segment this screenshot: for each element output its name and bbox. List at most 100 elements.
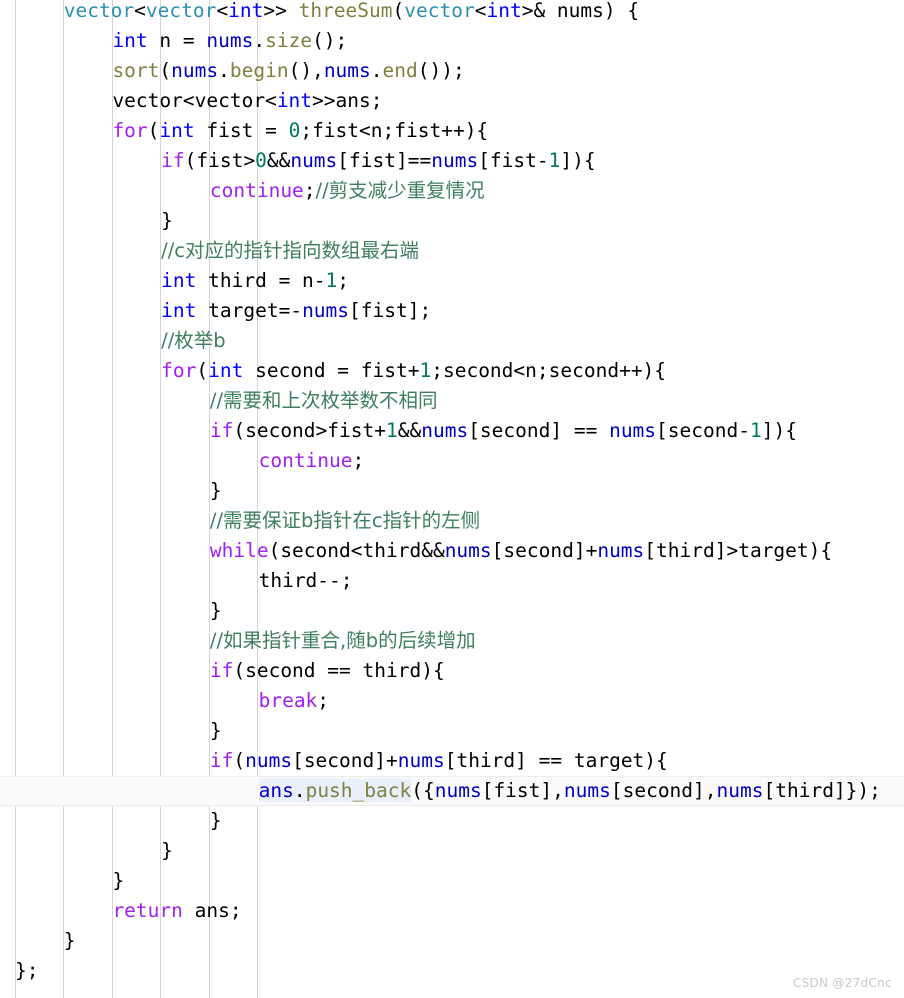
code-line[interactable]: return ans; [0,896,904,926]
code-line[interactable]: while(second<third&&nums[second]+nums[th… [0,536,904,566]
code-line[interactable]: //枚举b [0,326,904,356]
token-pun: [second- [656,419,750,442]
token-pun: ; [337,269,350,292]
token-pun: ;fist<n;fist++){ [300,119,489,142]
code-editor[interactable]: vector<vector<int>> threeSum(vector<int>… [0,0,904,998]
token-pun: && [266,149,291,172]
token-pun: [fist]== [337,149,432,172]
token-pun: >& nums) { [521,0,640,22]
code-line[interactable]: //c对应的指针指向数组最右端 [0,236,904,266]
token-cls: vector [63,0,135,22]
code-line[interactable]: } [0,926,904,956]
code-line[interactable]: //需要保证b指针在c指针的左侧 [0,506,904,536]
token-cls: vector [145,0,217,22]
code-line-current[interactable]: ans.push_back({nums[fist],nums[second],n… [0,776,904,806]
code-line[interactable]: third--; [0,566,904,596]
token-pun: } [209,719,222,742]
token-pun: n = [147,29,207,52]
token-pun: [second] == [468,419,610,442]
code-line[interactable]: break; [0,686,904,716]
token-kw: if [161,149,185,172]
code-line[interactable]: int target=-nums[fist]; [0,296,904,326]
token-pun: [third]>target){ [644,539,833,562]
token-var: nums [434,779,482,802]
token-num: 1 [419,359,432,382]
code-line[interactable]: } [0,716,904,746]
code-line[interactable]: vector<vector<int>> threeSum(vector<int>… [0,0,904,26]
token-var: nums [609,419,657,442]
token-kw: if [209,419,234,442]
code-line[interactable]: if(second == third){ [0,656,904,686]
token-kw: continue [209,179,304,202]
token-fn: size [265,29,313,52]
token-var: nums [431,149,479,172]
code-line[interactable]: } [0,806,904,836]
token-kw: continue [258,449,353,472]
token-pun: < [216,0,229,22]
code-line[interactable]: for(int fist = 0;fist<n;fist++){ [0,116,904,146]
token-var: nums [716,779,764,802]
token-pun: ( [392,0,405,22]
code-line[interactable]: int third = n-1; [0,266,904,296]
token-fn: push_back [305,779,412,802]
token-kw: for [112,119,148,142]
token-num: 0 [288,119,301,142]
token-pun: second = fist+ [243,359,420,382]
code-line[interactable]: if(fist>0&&nums[fist]==nums[fist-1]){ [0,146,904,176]
token-pun: target=- [196,299,303,322]
token-pun: ( [233,749,246,772]
token-pun: ; [317,689,330,712]
token-var: nums [563,779,611,802]
token-pun: >> [263,0,299,22]
token-var: nums [302,299,350,322]
code-line[interactable]: //需要和上次枚举数不相同 [0,386,904,416]
code-line[interactable]: sort(nums.begin(),nums.end()); [0,56,904,86]
token-fn: end [382,59,418,82]
token-pun: < [474,0,487,22]
token-kw: if [209,749,234,772]
token-pun: third = n- [196,269,326,292]
code-line[interactable]: } [0,866,904,896]
token-var: nums [323,59,371,82]
code-line[interactable]: } [0,836,904,866]
code-line[interactable]: }; [0,956,904,986]
code-line[interactable]: } [0,476,904,506]
code-line[interactable]: int n = nums.size(); [0,26,904,56]
token-pun: . [370,59,383,82]
token-pun: [third] == target){ [444,749,668,772]
token-var: nums [245,749,293,772]
token-typ: int [159,119,195,142]
token-var: nums [206,29,254,52]
token-pun: >>ans; [312,89,383,112]
token-pun: ( [147,119,160,142]
token-pun: < [134,0,146,22]
token-fn: threeSum [298,0,393,22]
code-line[interactable]: } [0,596,904,626]
token-var: ans [258,779,294,802]
code-line[interactable]: continue;//剪支减少重复情况 [0,176,904,206]
token-pun: } [209,479,222,502]
token-pun: ;second<n;second++){ [431,359,667,382]
token-pun: ()); [417,59,465,82]
token-pun: } [161,839,173,862]
token-pun: } [209,809,222,832]
code-line[interactable]: if(nums[second]+nums[third] == target){ [0,746,904,776]
token-pun: . [293,779,306,802]
token-typ: int [208,359,244,382]
code-content[interactable]: vector<vector<int>> threeSum(vector<int>… [0,0,904,986]
token-pun: [fist], [481,779,564,802]
code-line[interactable]: if(second>fist+1&&nums[second] == nums[s… [0,416,904,446]
token-pun: }; [15,959,39,982]
code-line[interactable]: //如果指针重合,随b的后续增加 [0,626,904,656]
token-pun: ({ [411,779,435,802]
token-cmt: //枚举b [161,329,226,352]
token-num: 1 [749,419,762,442]
code-line[interactable]: } [0,206,904,236]
code-line[interactable]: for(int second = fist+1;second<n;second+… [0,356,904,386]
code-line[interactable]: continue; [0,446,904,476]
token-num: 1 [325,269,338,292]
token-pun: ; [303,179,316,202]
token-kw: return [112,899,183,922]
code-line[interactable]: vector<vector<int>>ans; [0,86,904,116]
token-pun: [fist]; [349,299,432,322]
